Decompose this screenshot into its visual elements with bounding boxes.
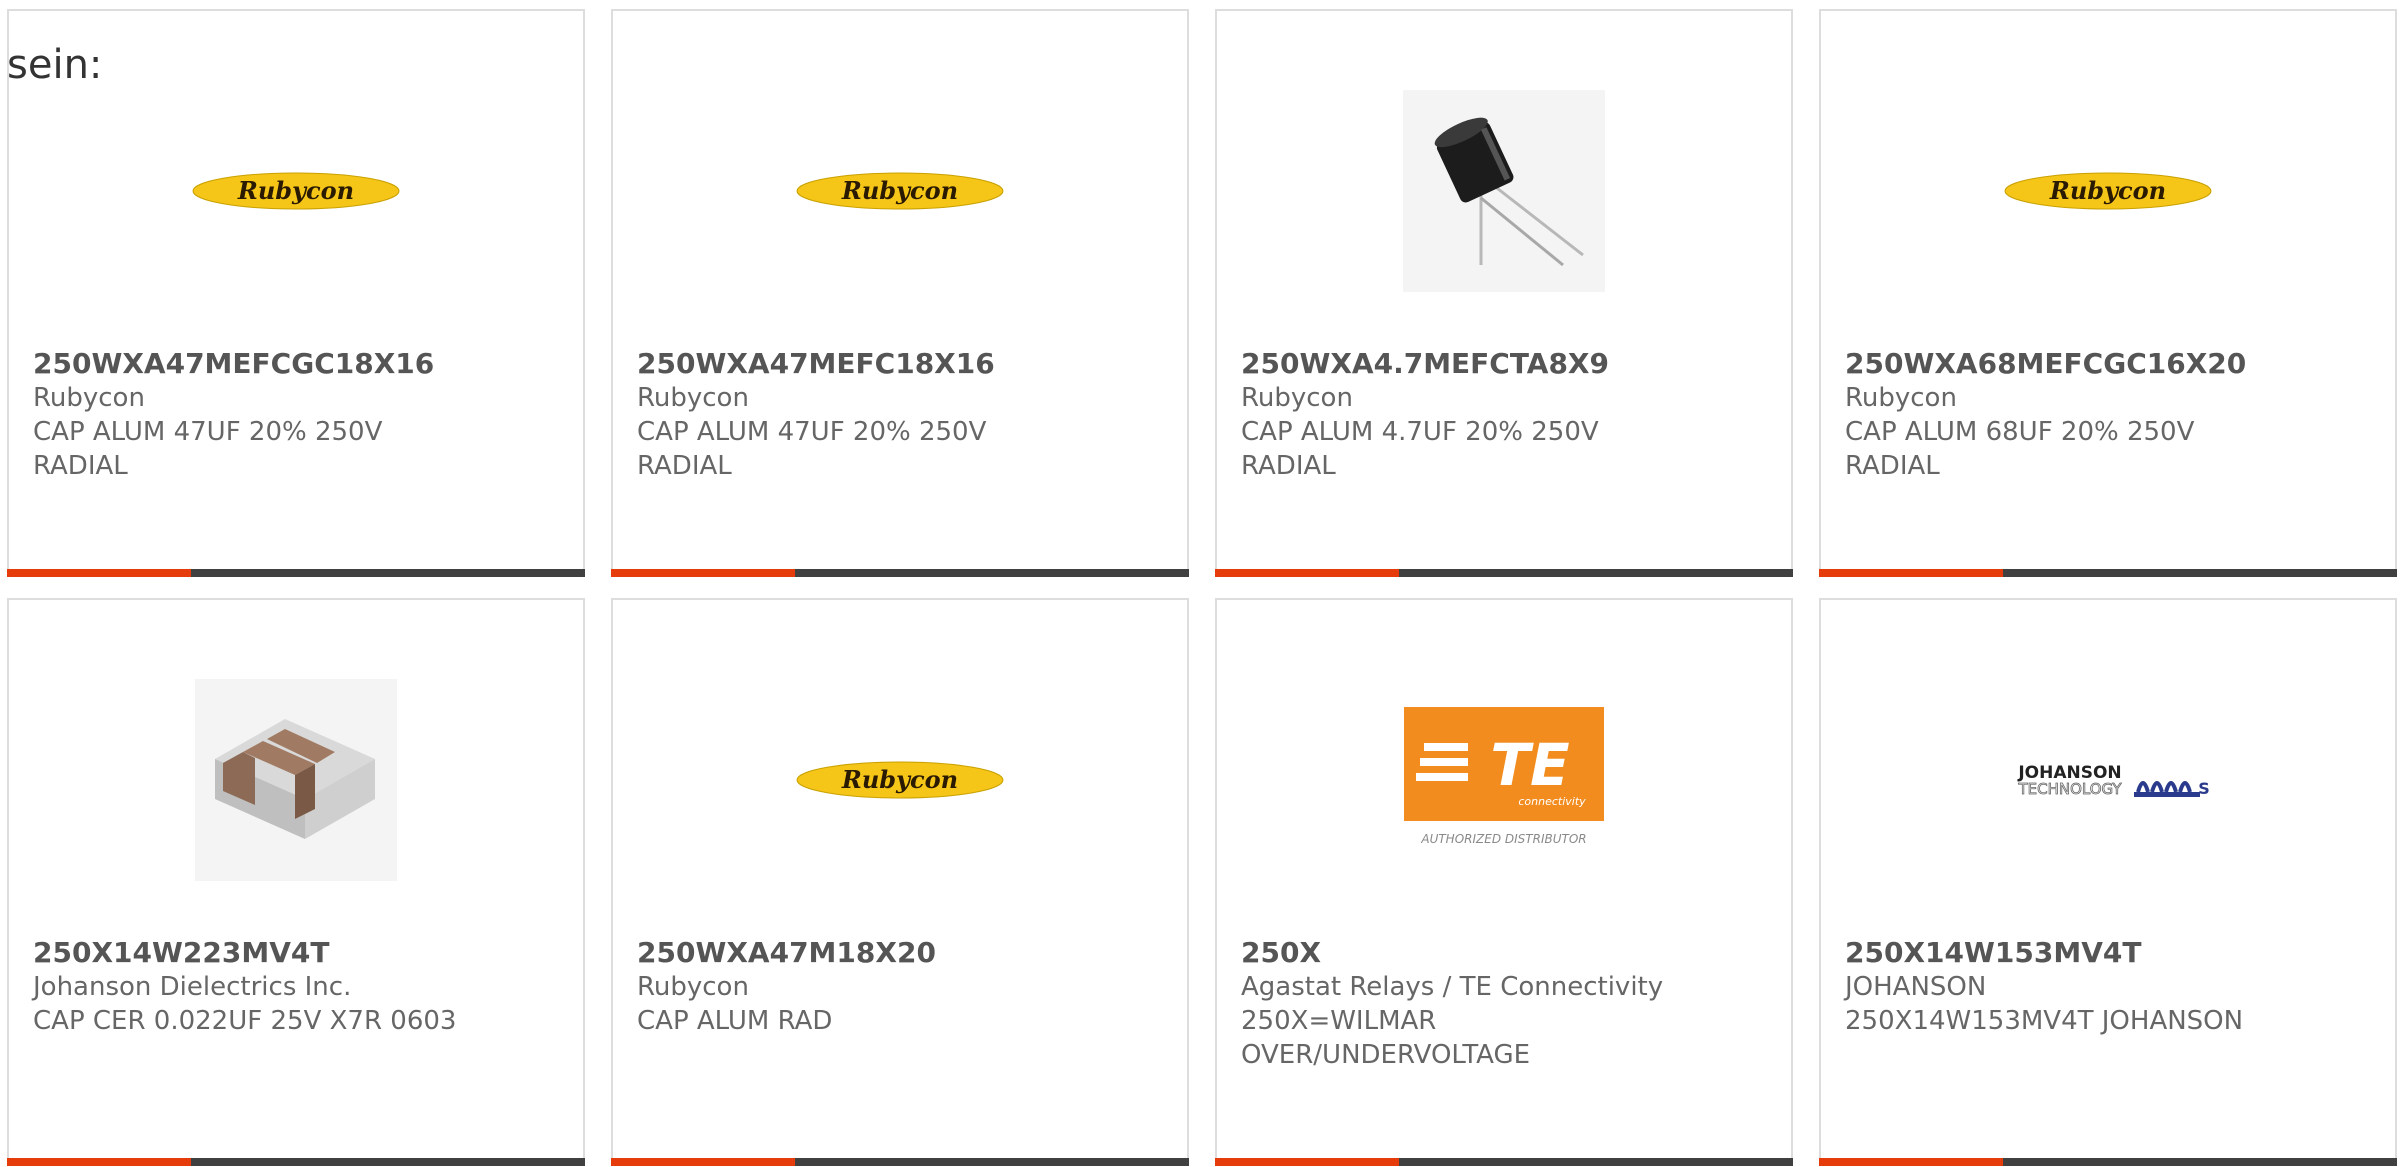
manufacturer: Rubycon	[1845, 383, 1957, 413]
card-bottom-bar	[7, 569, 585, 577]
product-image[interactable]	[9, 670, 583, 890]
rubycon-logo-icon: Rubycon	[2004, 172, 2212, 210]
description-line2: RADIAL	[33, 451, 128, 481]
card-bottom-bar	[1819, 569, 2397, 577]
manufacturer: JOHANSON	[1845, 972, 1987, 1002]
product-info: 250WXA47M18X20 Rubycon CAP ALUM RAD	[637, 936, 1167, 1038]
part-number[interactable]: 250WXA47MEFC18X16	[637, 347, 1167, 381]
description: CAP ALUM 47UF 20% 250V	[637, 417, 987, 447]
product-image[interactable]: Rubycon	[613, 670, 1187, 890]
card-accent-bar	[7, 569, 191, 577]
card-bottom-bar	[1215, 1158, 1793, 1166]
svg-text:AUTHORIZED DISTRIBUTOR: AUTHORIZED DISTRIBUTOR	[1420, 832, 1586, 846]
svg-text:TECHNOLOGY: TECHNOLOGY	[2017, 780, 2122, 798]
product-info: 250WXA47MEFC18X16 Rubycon CAP ALUM 47UF …	[637, 347, 1167, 483]
product-info: 250WXA68MEFCGC16X20 Rubycon CAP ALUM 68U…	[1845, 347, 2375, 483]
rubycon-logo-icon: Rubycon	[796, 761, 1004, 799]
card-accent-bar	[611, 1158, 795, 1166]
product-image[interactable]: Rubycon	[9, 81, 583, 301]
card-accent-bar	[1819, 569, 2003, 577]
card-bottom-bar	[1215, 569, 1793, 577]
card-accent-bar	[1215, 569, 1399, 577]
product-info: 250WXA47MEFCGC18X16 Rubycon CAP ALUM 47U…	[33, 347, 563, 483]
product-card[interactable]: 250X14W223MV4T Johanson Dielectrics Inc.…	[7, 598, 585, 1166]
manufacturer: Rubycon	[1241, 383, 1353, 413]
intro-text: sein:	[7, 42, 103, 88]
product-card[interactable]: Rubycon 250WXA47MEFC18X16 Rubycon CAP AL…	[611, 9, 1189, 577]
te-connectivity-logo-icon: TE connectivity AUTHORIZED DISTRIBUTOR	[1404, 707, 1604, 846]
svg-text:Rubycon: Rubycon	[2049, 176, 2166, 205]
electrolytic-capacitor-icon	[1403, 90, 1605, 292]
product-info: 250X Agastat Relays / TE Connectivity 25…	[1241, 936, 1771, 1072]
description-line2: OVER/UNDERVOLTAGE	[1241, 1040, 1531, 1070]
svg-text:TE: TE	[1490, 731, 1569, 799]
manufacturer: Rubycon	[637, 972, 749, 1002]
svg-text:Rubycon: Rubycon	[841, 176, 958, 205]
description-line2: RADIAL	[637, 451, 732, 481]
manufacturer: Rubycon	[637, 383, 749, 413]
part-number[interactable]: 250X14W153MV4T	[1845, 936, 2375, 970]
manufacturer: Johanson Dielectrics Inc.	[33, 972, 352, 1002]
part-number[interactable]: 250X14W223MV4T	[33, 936, 563, 970]
description-line2: RADIAL	[1845, 451, 1940, 481]
product-image[interactable]: Rubycon	[1821, 81, 2395, 301]
description: CAP ALUM 4.7UF 20% 250V	[1241, 417, 1599, 447]
part-number[interactable]: 250WXA47M18X20	[637, 936, 1167, 970]
svg-text:S: S	[2198, 779, 2210, 798]
description: CAP ALUM 68UF 20% 250V	[1845, 417, 2195, 447]
description-line2: RADIAL	[1241, 451, 1336, 481]
product-grid-page: sein: Rubycon 250WXA47MEFCGC18X16 Rubyco…	[0, 0, 2400, 1167]
product-image[interactable]: Rubycon	[613, 81, 1187, 301]
ceramic-chip-icon	[195, 679, 397, 881]
part-number[interactable]: 250WXA47MEFCGC18X16	[33, 347, 563, 381]
card-accent-bar	[611, 569, 795, 577]
description: CAP ALUM RAD	[637, 1006, 833, 1036]
product-info: 250WXA4.7MEFCTA8X9 Rubycon CAP ALUM 4.7U…	[1241, 347, 1771, 483]
card-bottom-bar	[1819, 1158, 2397, 1166]
card-bottom-bar	[611, 569, 1189, 577]
product-card[interactable]: Rubycon 250WXA47M18X20 Rubycon CAP ALUM …	[611, 598, 1189, 1166]
svg-text:connectivity: connectivity	[1518, 795, 1586, 808]
description: CAP ALUM 47UF 20% 250V	[33, 417, 383, 447]
product-info: 250X14W153MV4T JOHANSON 250X14W153MV4T J…	[1845, 936, 2375, 1038]
part-number[interactable]: 250WXA4.7MEFCTA8X9	[1241, 347, 1771, 381]
rubycon-logo-icon: Rubycon	[796, 172, 1004, 210]
svg-text:Rubycon: Rubycon	[841, 765, 958, 794]
description: 250X=WILMAR	[1241, 1006, 1437, 1036]
product-card[interactable]: TE connectivity AUTHORIZED DISTRIBUTOR 2…	[1215, 598, 1793, 1166]
description: CAP CER 0.022UF 25V X7R 0603	[33, 1006, 457, 1036]
card-bottom-bar	[7, 1158, 585, 1166]
card-bottom-bar	[611, 1158, 1189, 1166]
description: 250X14W153MV4T JOHANSON	[1845, 1006, 2244, 1036]
part-number[interactable]: 250WXA68MEFCGC16X20	[1845, 347, 2375, 381]
product-image[interactable]: JOHANSON TECHNOLOGY S	[1821, 670, 2395, 890]
manufacturer: Rubycon	[33, 383, 145, 413]
card-accent-bar	[7, 1158, 191, 1166]
product-image[interactable]	[1217, 81, 1791, 301]
product-image[interactable]: TE connectivity AUTHORIZED DISTRIBUTOR	[1217, 670, 1791, 890]
product-card[interactable]: 250WXA4.7MEFCTA8X9 Rubycon CAP ALUM 4.7U…	[1215, 9, 1793, 577]
svg-text:Rubycon: Rubycon	[237, 176, 354, 205]
manufacturer: Agastat Relays / TE Connectivity	[1241, 972, 1664, 1002]
part-number[interactable]: 250X	[1241, 936, 1771, 970]
product-card[interactable]: Rubycon 250WXA47MEFCGC18X16 Rubycon CAP …	[7, 9, 585, 577]
product-info: 250X14W223MV4T Johanson Dielectrics Inc.…	[33, 936, 563, 1038]
product-card[interactable]: Rubycon 250WXA68MEFCGC16X20 Rubycon CAP …	[1819, 9, 2397, 577]
card-accent-bar	[1819, 1158, 2003, 1166]
card-accent-bar	[1215, 1158, 1399, 1166]
rubycon-logo-icon: Rubycon	[192, 172, 400, 210]
product-card[interactable]: JOHANSON TECHNOLOGY S 250X14W153MV4T JOH…	[1819, 598, 2397, 1166]
johanson-technology-logo-icon: JOHANSON TECHNOLOGY S	[2017, 763, 2210, 798]
